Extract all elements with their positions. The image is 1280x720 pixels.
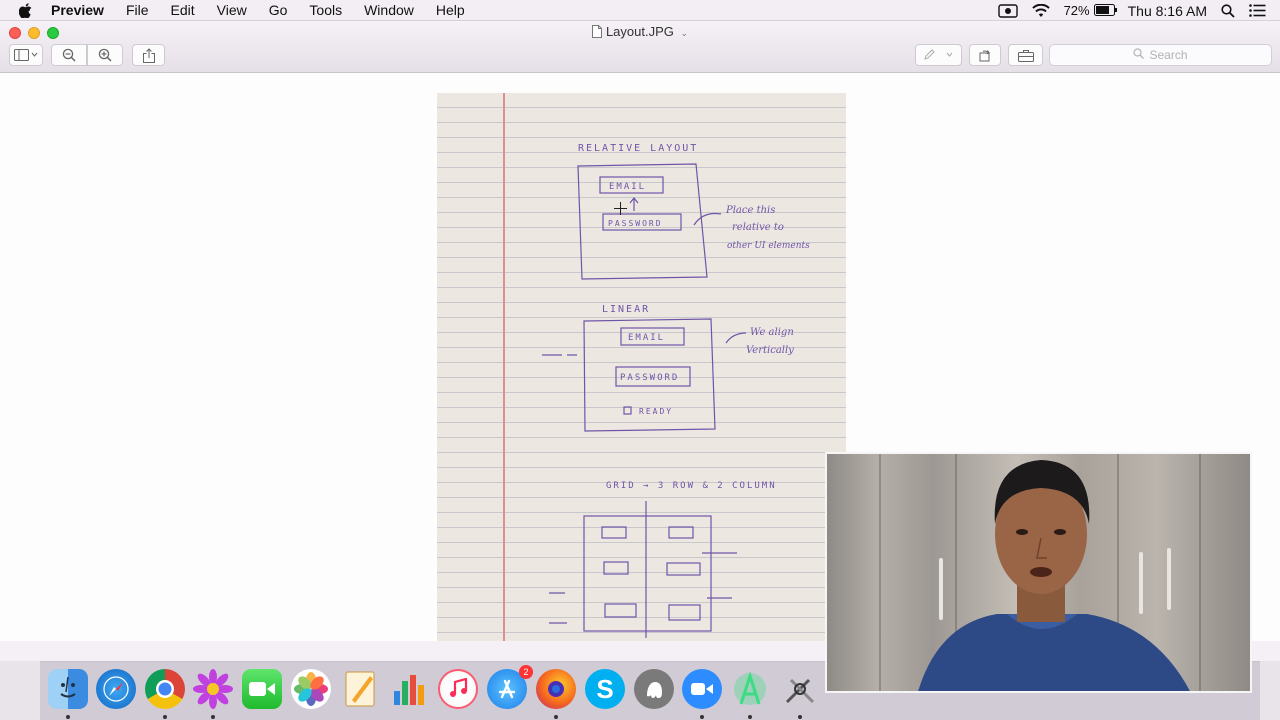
app-store-badge: 2: [519, 665, 533, 679]
screen-recording-icon[interactable]: [997, 3, 1018, 18]
linear-checkbox: [623, 406, 632, 415]
chrome-icon[interactable]: [145, 669, 185, 709]
rotate-button[interactable]: [969, 44, 1001, 66]
numbers-icon[interactable]: [389, 669, 429, 709]
zoom-icon[interactable]: [682, 669, 722, 709]
menu-window[interactable]: Window: [364, 2, 414, 18]
toolbox-icon: [1017, 49, 1034, 62]
grid-layout-title: GRID → 3 ROW & 2 COLUMN: [606, 481, 777, 491]
zoom-in-icon: [98, 48, 112, 62]
wifi-icon[interactable]: [1031, 3, 1050, 18]
firefox-icon[interactable]: [536, 669, 576, 709]
zoom-running-dot: [700, 715, 704, 719]
relative-note-arrow: [693, 212, 722, 226]
share-button[interactable]: [132, 44, 165, 66]
linear-note-line2: Vertically: [746, 345, 794, 356]
utilities-tools-icon[interactable]: [780, 669, 820, 709]
safari-icon[interactable]: [96, 669, 136, 709]
relative-password-label: PASSWORD: [608, 219, 663, 228]
menu-file[interactable]: File: [126, 2, 149, 18]
grid-cell-2-1: [603, 561, 629, 575]
battery-icon[interactable]: [1093, 3, 1118, 19]
daisy-app-icon[interactable]: [193, 669, 233, 709]
app-store-icon[interactable]: 2: [487, 665, 533, 709]
handwritten-sketch: RELATIVE LAYOUT EMAIL PASSWORD Place thi…: [542, 143, 810, 638]
menu-bar: Preview File Edit View Go Tools Window H…: [0, 0, 1280, 21]
firefox-running-dot: [554, 715, 558, 719]
daisy-running-dot: [211, 715, 215, 719]
menu-edit[interactable]: Edit: [171, 2, 195, 18]
menu-app-name[interactable]: Preview: [51, 2, 104, 18]
skype-s-glyph: S: [596, 673, 614, 704]
markup-pen-button[interactable]: [915, 44, 962, 66]
grid-dashes: [549, 552, 737, 624]
evernote-icon[interactable]: [634, 669, 674, 709]
menu-go[interactable]: Go: [269, 2, 288, 18]
menu-view[interactable]: View: [217, 2, 247, 18]
linear-password-label: PASSWORD: [620, 373, 679, 383]
relative-note-line1: Place this: [725, 205, 775, 216]
sidebar-icon: [14, 49, 38, 61]
grid-cell-3-2: [668, 604, 701, 621]
document-title[interactable]: Layout.JPG ⌄: [0, 24, 1280, 41]
grid-cell-3-1: [604, 603, 637, 618]
finder-icon[interactable]: [48, 669, 88, 709]
facetime-icon[interactable]: [242, 669, 282, 709]
search-field[interactable]: Search: [1049, 44, 1272, 66]
notification-center-icon[interactable]: [1249, 4, 1266, 17]
pen-icon: [923, 49, 952, 60]
share-icon: [142, 47, 155, 63]
presenter-person: [918, 460, 1190, 691]
utilities-running-dot: [798, 715, 802, 719]
android-studio-running-dot: [748, 715, 752, 719]
relative-email-label: EMAIL: [609, 182, 646, 192]
chrome-running-dot: [163, 715, 167, 719]
menu-tools[interactable]: Tools: [309, 2, 342, 18]
search-icon: [1133, 48, 1145, 62]
grid-frame: [583, 515, 712, 632]
battery-percent: 72%: [1063, 3, 1090, 18]
toolbox-button[interactable]: [1008, 44, 1043, 66]
grid-cell-1-1: [601, 526, 627, 539]
jpg-document-icon: [591, 25, 602, 41]
photos-icon[interactable]: [291, 669, 331, 709]
linear-note-line1: We align: [750, 327, 794, 338]
clock[interactable]: Thu 8:16 AM: [1128, 3, 1207, 19]
skype-icon[interactable]: S: [585, 669, 625, 709]
linear-checkbox-label: READY: [639, 407, 673, 416]
title-chevron-down-icon[interactable]: ⌄: [681, 28, 689, 38]
android-studio-icon[interactable]: [730, 669, 770, 709]
window-titlebar: Layout.JPG ⌄ Search: [0, 21, 1280, 73]
search-placeholder: Search: [1149, 48, 1188, 62]
zoom-out-icon: [62, 48, 76, 62]
relative-note-line2: relative to: [732, 222, 784, 233]
relative-arrow: [629, 197, 639, 211]
linear-layout-title: LINEAR: [602, 304, 650, 315]
relative-note-line3: other UI elements: [727, 241, 810, 251]
crosshair-cursor-icon: [614, 202, 627, 215]
apple-menu-icon[interactable]: [19, 2, 33, 18]
grid-cell-2-2: [666, 562, 701, 576]
itunes-icon[interactable]: [438, 669, 478, 709]
finder-running-dot: [66, 715, 70, 719]
sidebar-toggle-button[interactable]: [9, 44, 43, 66]
rotate-icon: [979, 50, 991, 62]
linear-note-arrow: [725, 332, 747, 344]
zoom-out-button[interactable]: [51, 44, 87, 66]
linear-email-label: EMAIL: [628, 333, 665, 343]
zoom-in-button[interactable]: [87, 44, 123, 66]
webcam-video-overlay: [825, 452, 1252, 693]
relative-layout-title: RELATIVE LAYOUT: [578, 143, 698, 154]
menu-help[interactable]: Help: [436, 2, 465, 18]
document-title-text: Layout.JPG: [605, 24, 674, 39]
spotlight-search-icon[interactable]: [1221, 3, 1235, 18]
pages-icon[interactable]: [340, 669, 380, 709]
grid-cell-1-2: [668, 526, 694, 539]
notebook-page-image: RELATIVE LAYOUT EMAIL PASSWORD Place thi…: [437, 93, 846, 661]
